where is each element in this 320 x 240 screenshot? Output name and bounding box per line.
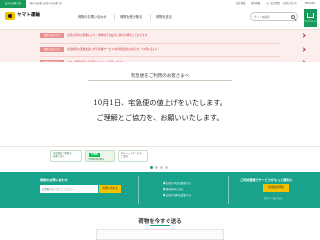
topbar-link-personal[interactable]: 個人のお客さま: [30, 0, 46, 8]
site-search: [250, 12, 298, 21]
search-input[interactable]: [254, 14, 290, 20]
nav-divider: [150, 14, 151, 21]
tracking-field: [40, 185, 98, 193]
quick-action-band: 荷物のお問い合わせ お問い合わせ お届け予定を確認する 集荷を申し込む お届け日…: [0, 172, 320, 208]
yamato-logo[interactable]: ヤマト運輸: [5, 11, 52, 21]
carousel-dot[interactable]: [165, 166, 168, 169]
band-divider: [138, 176, 139, 204]
send-section-title: 荷物を今すぐ送る: [138, 219, 182, 225]
chevron-right-icon: [301, 47, 306, 52]
member-icon: [307, 13, 314, 18]
nav-item-receive[interactable]: 荷物を受け取る: [120, 11, 142, 24]
site-header: ヤマト運輸 荷物のお問い合わせ 荷物を受け取る 荷物を送る クロネコメンバーズ: [0, 8, 320, 30]
notice-tag: 重要なお知らせ: [40, 33, 64, 38]
topbar-link-corporate[interactable]: 法人のお客さま: [46, 0, 62, 8]
line-logo-icon: LINE: [89, 153, 100, 157]
member-title: ご利用登録でサービスがもっと便利に: [240, 178, 293, 182]
nav-item-send[interactable]: 荷物を送る: [156, 11, 172, 24]
carousel-dot[interactable]: [150, 166, 153, 169]
link-pickup-request[interactable]: 集荷を申し込む: [166, 187, 184, 191]
link-change-delivery[interactable]: お届け日時を変更する: [166, 193, 191, 197]
send-title-underline: [150, 225, 170, 226]
kuroneko-logo-icon: [5, 12, 15, 20]
notice-text: 宅急便等の運賃改定に伴う各種サービスの料金変更のお知らせ（10月1日より）: [67, 48, 161, 51]
tracking-number-input[interactable]: [42, 186, 96, 192]
login-link[interactable]: ログインはこちら: [264, 196, 282, 200]
hero-bottom-divider: [0, 146, 320, 147]
notice-divider: [40, 56, 280, 57]
tracking-title: 荷物のお問い合わせ: [40, 178, 68, 182]
topbar-link-recruit[interactable]: 採用情報: [251, 0, 260, 8]
chevron-right-icon: [301, 33, 306, 38]
tracking-submit-button[interactable]: お問い合わせ: [99, 185, 121, 193]
notice-divider: [40, 43, 280, 44]
banner-price-notice[interactable]: 宅急便をご利用の お客さまへ: [50, 150, 82, 162]
link-delivery-schedule[interactable]: お届け予定を確認する: [166, 181, 191, 185]
search-icon[interactable]: [291, 14, 295, 19]
hero-welcome: 宅急便をご利用のお客さまへ: [130, 74, 190, 79]
nav-divider: [114, 14, 115, 21]
banner-text: 宅急便をご利用の お客さまへ: [53, 152, 71, 159]
carousel-dot[interactable]: [160, 166, 163, 169]
banner-text: で荷物を受け取る: [88, 159, 105, 161]
business-customer-link[interactable]: 法人のお客さま: [0, 0, 26, 8]
banner-text: AIチャットサービス ご案内: [121, 152, 142, 159]
banner-line-service[interactable]: LINE で荷物を受け取る: [85, 150, 115, 162]
nav-item-tracking[interactable]: 荷物のお問い合わせ: [78, 11, 107, 24]
members-label: クロネコメンバーズ: [304, 21, 317, 23]
band-divider: [228, 176, 229, 204]
hero-subheadline: ご理解とご協力を、お願いいたします。: [96, 113, 224, 122]
banner-line: ご案内: [121, 155, 128, 159]
topbar-link-company[interactable]: 会社情報: [236, 0, 245, 8]
carousel-dot[interactable]: [155, 166, 158, 169]
members-button[interactable]: クロネコメンバーズ: [304, 9, 317, 27]
banner-line: お客さまへ: [53, 155, 65, 159]
top-utility-bar: 法人のお客さま 個人のお客さま 法人のお客さま 会社情報 採用情報 よくある質問…: [0, 0, 320, 8]
send-options-panel: [96, 229, 224, 240]
topbar-link-english[interactable]: ENGLISH: [305, 0, 315, 8]
logo-text: ヤマト運輸: [17, 13, 40, 18]
hero-divider: [88, 80, 232, 81]
topbar-link-faq[interactable]: よくある質問: [266, 0, 280, 8]
hero-headline: 10月1日、宅急便の値上げをいたします。: [93, 98, 227, 107]
notice-tag: 重要なお知らせ: [40, 47, 64, 52]
topbar-link-contact[interactable]: お問い合わせ: [283, 0, 297, 8]
register-member-button[interactable]: 新規会員登録: [263, 184, 289, 192]
notice-text: 自然災害等の影響により一部地域でお届けに遅れが発生しております: [67, 34, 148, 37]
banner-ai-chat[interactable]: AIチャットサービス ご案内: [118, 150, 148, 162]
